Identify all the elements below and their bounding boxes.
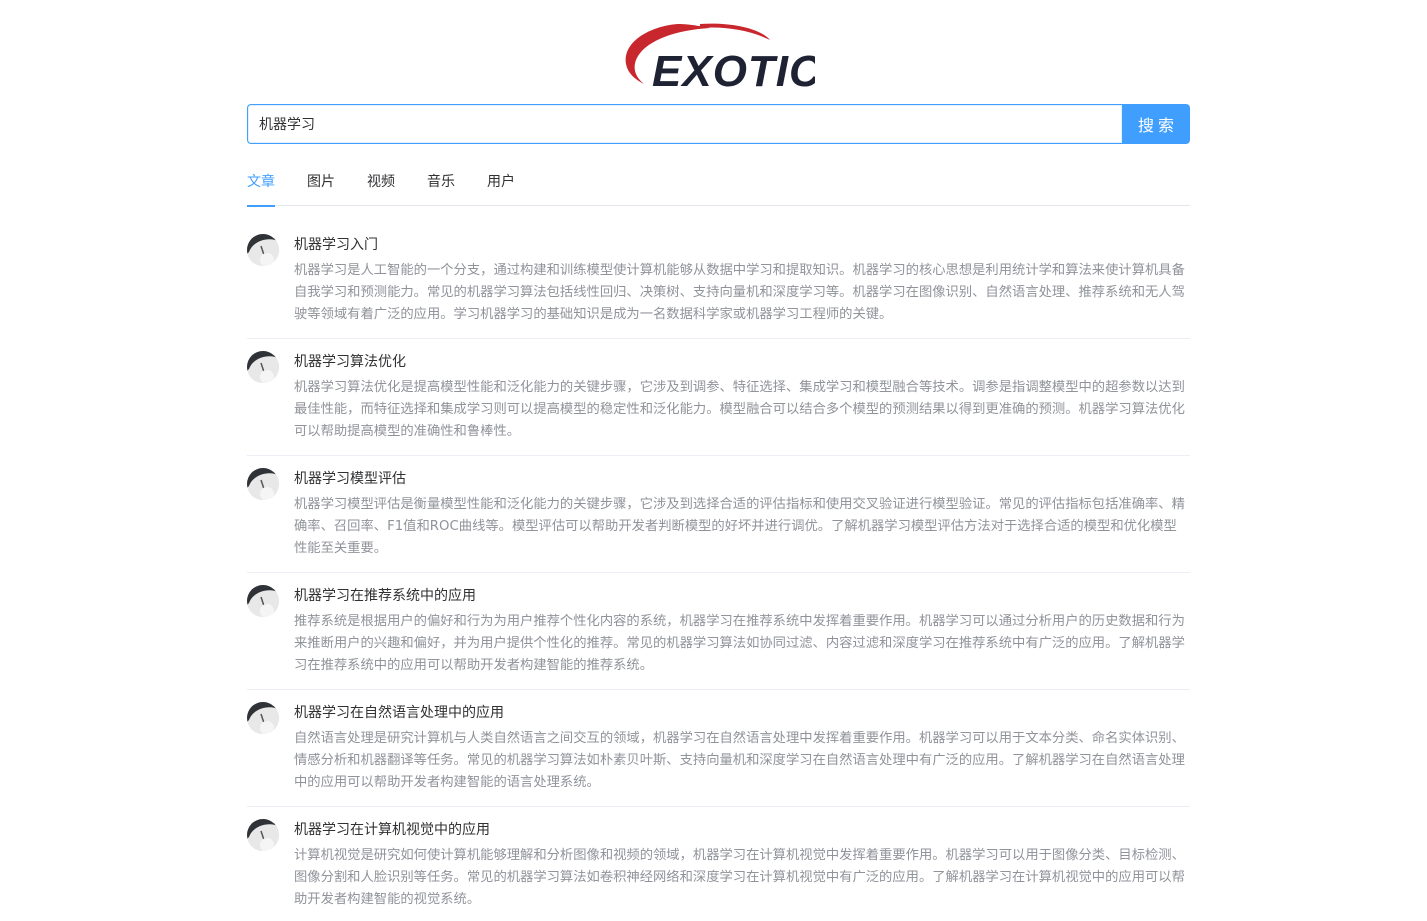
avatar[interactable] [247,351,279,383]
logo-text: EXOTIC [652,47,815,94]
item-title[interactable]: 机器学习入门 [294,235,378,255]
list-item[interactable]: 机器学习算法优化 机器学习算法优化是提高模型性能和泛化能力的关键步骤，它涉及到调… [247,339,1190,456]
item-description: 推荐系统是根据用户的偏好和行为为用户推荐个性化内容的系统，机器学习在推荐系统中发… [294,614,1185,673]
search-bar: 搜索 [247,104,1190,144]
tab-music[interactable]: 音乐 [427,162,455,206]
tab-users[interactable]: 用户 [487,162,515,206]
tab-articles[interactable]: 文章 [247,162,275,207]
search-button[interactable]: 搜索 [1122,104,1190,144]
item-title[interactable]: 机器学习在自然语言处理中的应用 [294,703,504,723]
search-input[interactable] [247,104,1122,144]
tab-label: 视频 [367,174,395,190]
avatar[interactable] [247,819,279,851]
item-title[interactable]: 机器学习模型评估 [294,469,406,489]
active-tab-indicator [247,205,275,207]
avatar[interactable] [247,234,279,266]
item-title[interactable]: 机器学习算法优化 [294,352,406,372]
category-tabs: 文章 图片 视频 音乐 用户 [247,162,1190,207]
list-item[interactable]: 机器学习入门 机器学习是人工智能的一个分支，通过构建和训练模型使计算机能够从数据… [247,222,1190,339]
item-description: 机器学习是人工智能的一个分支，通过构建和训练模型使计算机能够从数据中学习和提取知… [294,263,1185,322]
item-description: 机器学习算法优化是提高模型性能和泛化能力的关键步骤，它涉及到调参、特征选择、集成… [294,380,1185,439]
logo-graphic: EXOTIC [625,23,815,94]
tab-label: 文章 [247,174,275,190]
list-item[interactable]: 机器学习在推荐系统中的应用 推荐系统是根据用户的偏好和行为为用户推荐个性化内容的… [247,573,1190,690]
tab-label: 用户 [487,174,515,190]
item-title[interactable]: 机器学习在推荐系统中的应用 [294,586,476,606]
avatar[interactable] [247,468,279,500]
tab-label: 音乐 [427,174,455,190]
tab-videos[interactable]: 视频 [367,162,395,206]
list-item[interactable]: 机器学习模型评估 机器学习模型评估是衡量模型性能和泛化能力的关键步骤，它涉及到选… [247,456,1190,573]
item-description: 计算机视觉是研究如何使计算机能够理解和分析图像和视频的领域，机器学习在计算机视觉… [294,848,1185,907]
list-item[interactable]: 机器学习在计算机视觉中的应用 计算机视觉是研究如何使计算机能够理解和分析图像和视… [247,807,1190,921]
avatar[interactable] [247,585,279,617]
results-list: 机器学习入门 机器学习是人工智能的一个分支，通过构建和训练模型使计算机能够从数据… [247,222,1190,921]
item-title[interactable]: 机器学习在计算机视觉中的应用 [294,820,490,840]
tab-label: 图片 [307,174,335,190]
exotic-logo: EXOTIC [620,20,815,94]
list-item[interactable]: 机器学习在自然语言处理中的应用 自然语言处理是研究计算机与人类自然语言之间交互的… [247,690,1190,807]
item-description: 自然语言处理是研究计算机与人类自然语言之间交互的领域，机器学习在自然语言处理中发… [294,731,1185,790]
tab-images[interactable]: 图片 [307,162,335,206]
item-description: 机器学习模型评估是衡量模型性能和泛化能力的关键步骤，它涉及到选择合适的评估指标和… [294,497,1185,556]
avatar[interactable] [247,702,279,734]
